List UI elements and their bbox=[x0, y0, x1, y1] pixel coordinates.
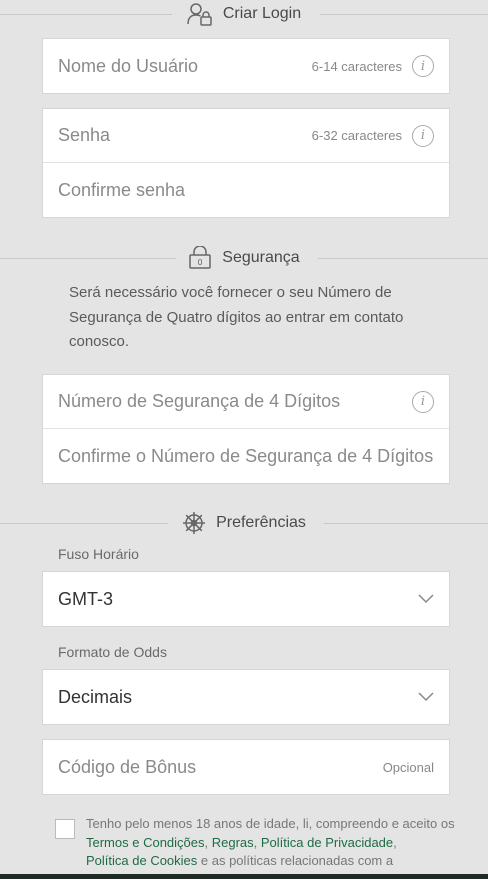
cookie-policy-link[interactable]: Política de Cookies bbox=[86, 853, 197, 868]
user-lock-icon bbox=[187, 2, 213, 26]
pin-field[interactable]: Número de Segurança de 4 Dígitos i bbox=[43, 375, 449, 429]
svg-text:0: 0 bbox=[198, 258, 203, 267]
separator: , bbox=[204, 834, 212, 850]
chevron-down-icon[interactable] bbox=[418, 594, 434, 604]
privacy-policy-link[interactable]: Política de Privacidade bbox=[261, 835, 393, 850]
divider bbox=[0, 523, 168, 524]
password-field[interactable]: Senha 6-32 caracteres i bbox=[43, 109, 449, 163]
confirm-password-field[interactable]: Confirme senha bbox=[43, 163, 449, 217]
terms-text-before: Tenho pelo menos 18 anos de idade, li, c… bbox=[86, 816, 455, 831]
odds-format-select[interactable]: Decimais bbox=[42, 669, 450, 725]
security-pin-card: Número de Segurança de 4 Dígitos i Confi… bbox=[42, 374, 450, 484]
section-title: Preferências bbox=[216, 514, 306, 531]
bottom-bar bbox=[0, 874, 488, 879]
info-icon[interactable]: i bbox=[412, 390, 434, 413]
ship-wheel-icon bbox=[182, 511, 206, 535]
divider bbox=[318, 258, 488, 259]
separator: , bbox=[393, 834, 397, 850]
timezone-select[interactable]: GMT-3 bbox=[42, 571, 450, 627]
odds-format-label: Formato de Odds bbox=[58, 644, 167, 660]
terms-checkbox[interactable] bbox=[55, 819, 75, 839]
divider bbox=[324, 523, 488, 524]
rules-link[interactable]: Regras bbox=[212, 835, 254, 850]
security-description: Será necessário você fornecer o seu Núme… bbox=[69, 284, 404, 350]
bonus-code-hint: Opcional bbox=[382, 759, 434, 775]
section-title: Criar Login bbox=[222, 5, 302, 22]
bonus-code-field[interactable]: Código de Bônus Opcional bbox=[43, 740, 449, 794]
confirm-password-input[interactable]: Confirme senha bbox=[58, 180, 434, 201]
password-card: Senha 6-32 caracteres i Confirme senha bbox=[42, 108, 450, 218]
padlock-icon: 0 bbox=[188, 246, 212, 270]
confirm-pin-field[interactable]: Confirme o Número de Segurança de 4 Dígi… bbox=[43, 429, 449, 483]
odds-format-value: Decimais bbox=[58, 686, 133, 707]
terms-text: Tenho pelo menos 18 anos de idade, li, c… bbox=[86, 815, 456, 871]
terms-text-after: e as políticas relacionadas com a bbox=[197, 853, 394, 868]
username-card: Nome do Usuário 6-14 caracteres i bbox=[42, 38, 450, 94]
bonus-code-input[interactable]: Código de Bônus bbox=[58, 757, 383, 778]
separator: , bbox=[253, 834, 261, 850]
bonus-code-card: Código de Bônus Opcional bbox=[42, 739, 450, 795]
username-field[interactable]: Nome do Usuário 6-14 caracteres i bbox=[43, 39, 449, 93]
create-login-header: Criar Login bbox=[0, 0, 488, 28]
timezone-value: GMT-3 bbox=[58, 588, 114, 609]
password-hint: 6-32 caracteres bbox=[311, 128, 402, 143]
preferences-header: Preferências bbox=[0, 509, 488, 537]
username-hint: 6-14 caracteres bbox=[311, 58, 402, 74]
info-icon[interactable]: i bbox=[412, 124, 434, 147]
info-icon[interactable]: i bbox=[412, 55, 434, 77]
section-title: Segurança bbox=[222, 249, 300, 266]
timezone-label: Fuso Horário bbox=[58, 546, 139, 562]
divider bbox=[0, 14, 172, 15]
username-input[interactable]: Nome do Usuário bbox=[58, 56, 312, 77]
terms-link[interactable]: Termos e Condições bbox=[86, 835, 205, 850]
confirm-pin-input[interactable]: Confirme o Número de Segurança de 4 Dígi… bbox=[58, 446, 434, 467]
chevron-down-icon[interactable] bbox=[418, 692, 434, 702]
divider bbox=[320, 14, 488, 15]
divider bbox=[0, 258, 176, 259]
pin-input[interactable]: Número de Segurança de 4 Dígitos bbox=[58, 391, 412, 412]
password-input[interactable]: Senha bbox=[58, 125, 312, 146]
security-header: 0 Segurança bbox=[0, 244, 488, 272]
